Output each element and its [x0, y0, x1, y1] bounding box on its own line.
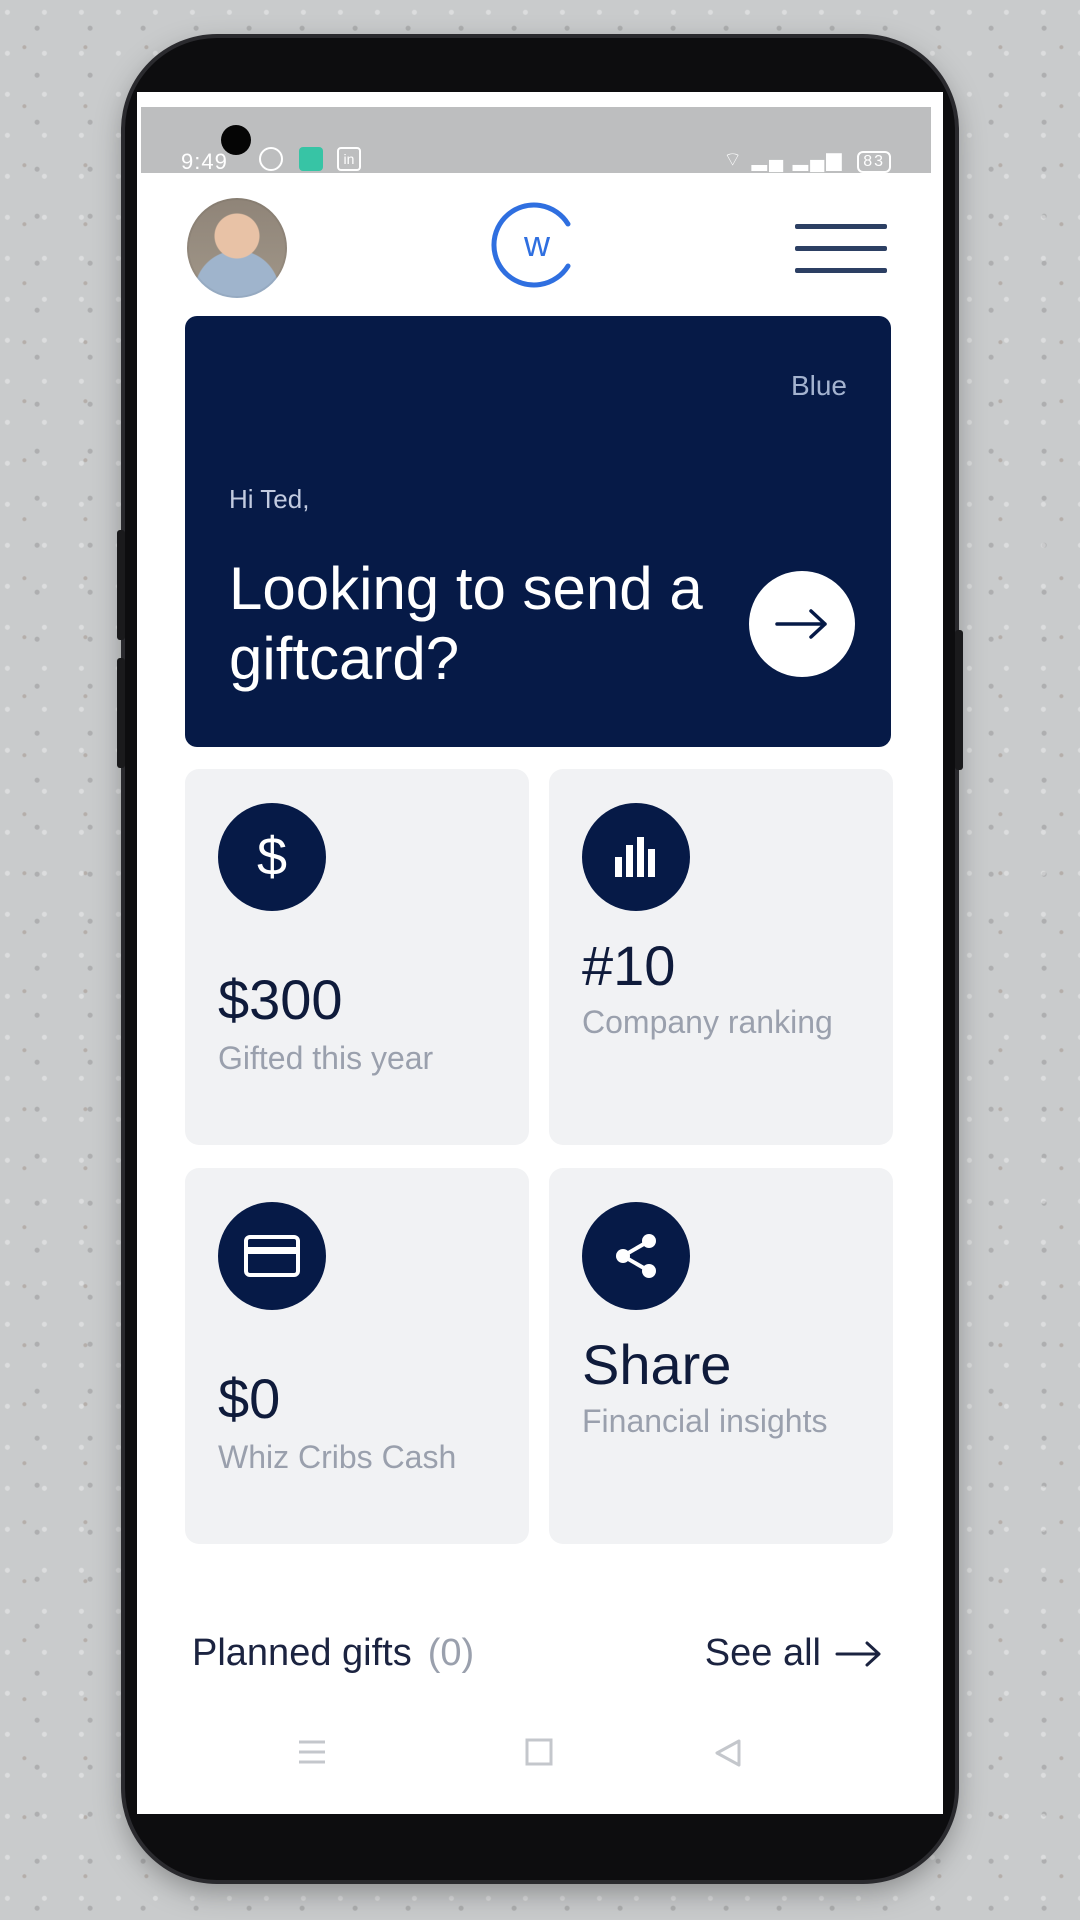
- cash-tile[interactable]: $0 Whiz Cribs Cash: [185, 1168, 529, 1544]
- bar-chart-icon: [582, 803, 690, 911]
- planned-gifts-title: Planned gifts: [192, 1632, 412, 1674]
- power-button: [955, 630, 963, 770]
- dollar-icon: $: [218, 803, 326, 911]
- signal-icon: ▂▄: [751, 149, 786, 171]
- tier-badge: Blue: [790, 370, 847, 401]
- tile-label: Whiz Cribs Cash: [218, 1439, 457, 1475]
- planned-gifts-count: (0): [427, 1632, 475, 1674]
- app-icon: [299, 147, 323, 171]
- see-all-link[interactable]: See all: [705, 1632, 883, 1675]
- back-nav-icon[interactable]: [713, 1738, 743, 1768]
- app-screen: 9:49 in ⌔ ▂▄ ▂▄▆ 83 w Blue Hi Ted, Looki…: [137, 92, 943, 1814]
- share-icon: [582, 1202, 690, 1310]
- hero-greeting: Hi Ted,: [229, 484, 310, 514]
- share-tile[interactable]: Share Financial insights: [549, 1168, 893, 1544]
- tile-label: Financial insights: [582, 1403, 828, 1439]
- status-time: 9:49: [181, 149, 228, 174]
- tile-label: Gifted this year: [218, 1040, 434, 1076]
- linkedin-icon: in: [337, 147, 361, 171]
- tile-value: $0: [218, 1367, 281, 1430]
- profile-avatar[interactable]: [187, 198, 287, 298]
- logo-letter: w: [523, 223, 551, 264]
- status-bar: 9:49 in ⌔ ▂▄ ▂▄▆ 83: [141, 107, 931, 174]
- arrow-right-icon: [835, 1641, 881, 1666]
- volume-button: [117, 658, 125, 768]
- gifted-tile[interactable]: $ $300 Gifted this year: [185, 769, 529, 1145]
- hamburger-menu-icon[interactable]: [795, 224, 887, 276]
- system-nav-bar: [137, 1712, 943, 1792]
- ranking-tile[interactable]: #10 Company ranking: [549, 769, 893, 1145]
- battery-indicator: 83: [857, 151, 891, 173]
- whatsapp-icon: [259, 147, 283, 171]
- tile-value: $300: [218, 968, 343, 1031]
- home-nav-icon[interactable]: [525, 1738, 553, 1766]
- status-right: ⌔ ▂▄ ▂▄▆ 83: [723, 147, 891, 173]
- giftcard-hero-card[interactable]: Blue Hi Ted, Looking to send a giftcard?: [185, 316, 891, 747]
- tile-value: Share: [582, 1333, 732, 1396]
- signal-icon: ▂▄▆: [792, 149, 844, 171]
- credit-card-icon: [218, 1202, 326, 1310]
- hero-title: Looking to send a giftcard?: [229, 555, 703, 692]
- volume-button: [117, 530, 125, 640]
- wifi-icon: ⌔: [723, 149, 745, 171]
- planned-gifts-heading: Planned gifts (0): [192, 1632, 474, 1675]
- see-all-label: See all: [704, 1632, 821, 1674]
- whiz-logo: w: [491, 202, 571, 288]
- menu-nav-icon[interactable]: [297, 1738, 327, 1766]
- tile-label: Company ranking: [582, 1004, 833, 1040]
- tile-value: #10: [582, 934, 676, 997]
- arrow-right-icon[interactable]: [749, 571, 855, 677]
